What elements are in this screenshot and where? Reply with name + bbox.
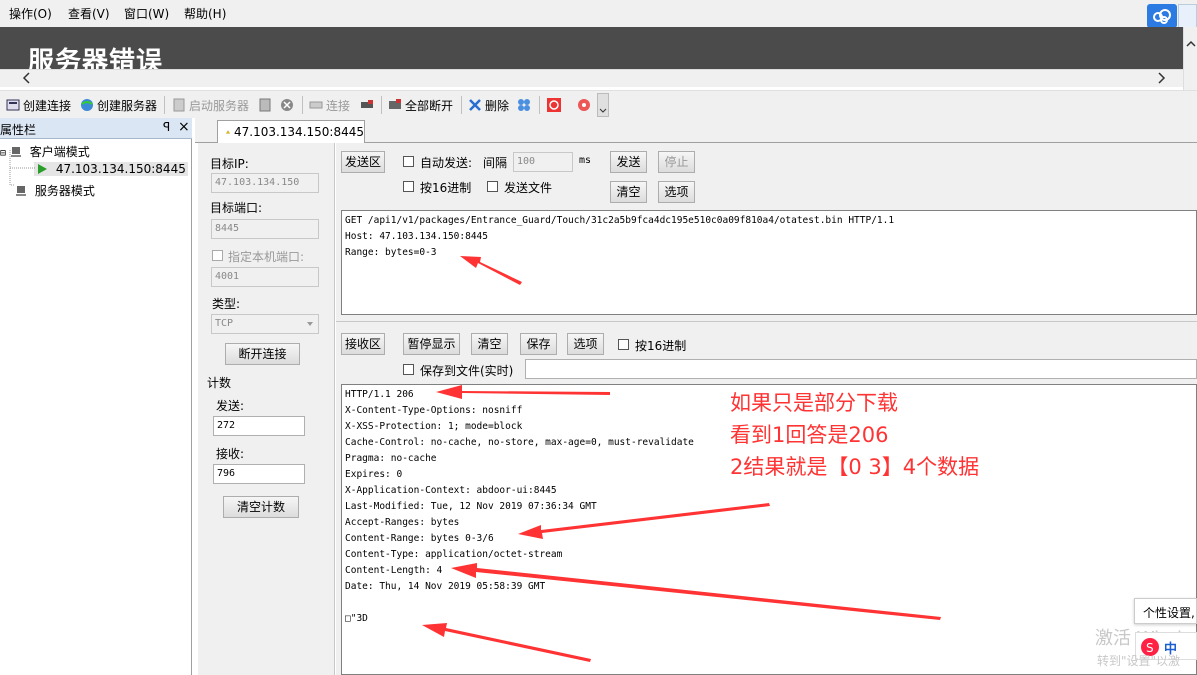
arrow-range xyxy=(460,256,522,285)
arrow-content-range xyxy=(518,503,770,539)
notification-popup[interactable]: 个性设置, xyxy=(1134,598,1197,624)
arrow-status xyxy=(436,385,610,399)
activation-watermark-sub: 转到"设置"以激 xyxy=(1097,654,1181,668)
annotation-arrows xyxy=(422,256,941,662)
arrow-content-length xyxy=(451,563,941,620)
arrow-body xyxy=(422,623,591,662)
